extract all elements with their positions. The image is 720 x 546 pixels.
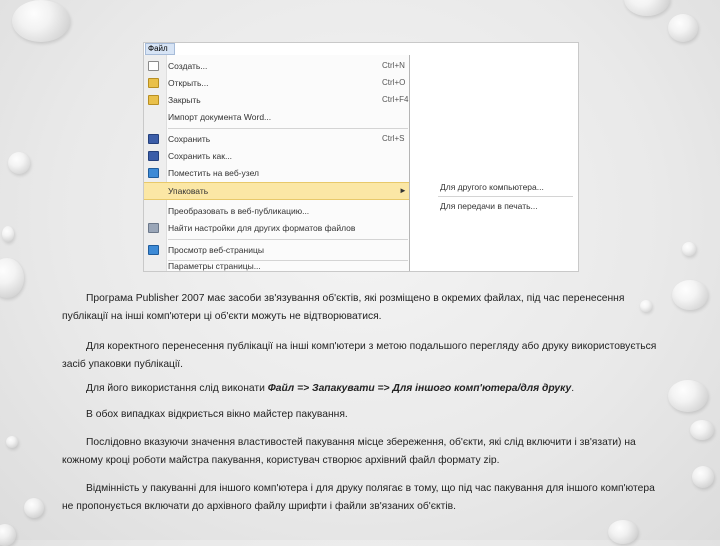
menu-item-label: Создать... [168,61,208,71]
paragraph-3: Для його використання слід виконати Файл… [62,380,662,398]
water-drop [6,436,18,448]
water-drop [0,258,24,298]
paragraph-text: Програма Publisher 2007 має засоби зв'яз… [62,293,625,322]
menu-item-pack[interactable]: Упаковать ► [144,182,409,200]
water-drop [682,242,696,256]
pack-submenu: Для другого компьютера... Для передачи в… [410,174,578,216]
paragraph-5: Послідовно вказуючи значення властивосте… [62,434,662,470]
paragraph-text: Відмінність у пакуванні для іншого комп'… [62,483,655,512]
menu-item-label: Открыть... [168,78,209,88]
close-folder-icon [148,95,159,105]
menu-item-shortcut: Ctrl+S [382,134,405,143]
menu-item-label: Сохранить как... [168,151,233,161]
save-icon [148,134,159,144]
water-drop [8,152,30,174]
new-doc-icon [148,61,159,71]
paragraph-text: Послідовно вказуючи значення властивосте… [62,437,636,466]
paragraph-1: Програма Publisher 2007 має засоби зв'яз… [62,290,662,326]
find-settings-icon [148,223,159,233]
water-drop [24,498,44,518]
menu-item-label: Упаковать [168,186,209,196]
menu-bar: Файл [144,43,578,55]
menu-item-label: Сохранить [168,134,211,144]
menu-item-shortcut: Ctrl+F4 [382,95,409,104]
submenu-separator [438,196,573,197]
submenu-arrow-icon: ► [399,186,407,195]
water-drop [0,524,16,546]
water-drop [672,280,708,310]
water-drop [608,520,638,544]
menu-item-shortcut: Ctrl+O [382,78,406,87]
water-drop [2,226,14,242]
menu-path-text: Файл => Запакувати => Для іншого комп'ют… [267,383,572,394]
water-drop [692,466,714,488]
menu-item-page-setup[interactable]: Параметры страницы... [144,260,409,272]
menu-item-shortcut: Ctrl+N [382,61,405,70]
paragraph-text: Для коректного перенесення публікації на… [62,341,657,370]
submenu-item-other-computer[interactable]: Для другого компьютера... [440,182,544,192]
menu-item-convert-web[interactable]: Преобразовать в веб-публикацию... [144,203,409,219]
menu-item-label: Найти настройки для других форматов файл… [168,223,356,233]
water-drop [12,0,70,42]
menu-item-open[interactable]: Открыть... Ctrl+O [144,75,409,91]
paragraph-6: Відмінність у пакуванні для іншого комп'… [62,480,662,516]
menu-item-save-as[interactable]: Сохранить как... [144,148,409,164]
water-drop [690,420,714,440]
menu-item-close[interactable]: Закрыть Ctrl+F4 [144,92,409,108]
menu-item-web-preview[interactable]: Просмотр веб-страницы [144,242,409,258]
web-preview-icon [148,245,159,255]
menu-item-label: Параметры страницы... [168,261,261,271]
menu-separator [168,128,408,129]
menu-item-new[interactable]: Создать... Ctrl+N [144,58,409,74]
menu-item-label: Просмотр веб-страницы [168,245,264,255]
menu-item-publish-web[interactable]: Поместить на веб-узел [144,165,409,181]
paragraph-4: В обох випадках відкриється вікно майсте… [62,406,662,424]
menu-item-label: Закрыть [168,95,201,105]
paragraph-text: Для його використання слід виконати [86,383,268,394]
file-menu: Создать... Ctrl+N Открыть... Ctrl+O Закр… [144,55,410,271]
water-drop [668,14,698,42]
menu-item-label: Поместить на веб-узел [168,168,259,178]
menu-item-label: Преобразовать в веб-публикацию... [168,206,310,216]
menu-item-label: Импорт документа Word... [168,112,272,122]
web-publish-icon [148,168,159,178]
menu-screenshot: Файл Создать... Ctrl+N Открыть... Ctrl+O… [143,42,579,272]
open-folder-icon [148,78,159,88]
water-drop [668,380,708,412]
menu-item-find-settings[interactable]: Найти настройки для других форматов файл… [144,220,409,236]
paragraph-text: . [571,383,575,394]
paragraph-text: В обох випадках відкриється вікно майсте… [86,409,348,420]
paragraph-2: Для коректного перенесення публікації на… [62,338,662,374]
menu-item-save[interactable]: Сохранить Ctrl+S [144,131,409,147]
menu-separator [168,239,408,240]
file-menu-button[interactable]: Файл [145,43,175,55]
submenu-item-print[interactable]: Для передачи в печать... [440,201,538,211]
water-drop [624,0,670,16]
menu-item-import-word[interactable]: Импорт документа Word... [144,109,409,125]
save-as-icon [148,151,159,161]
